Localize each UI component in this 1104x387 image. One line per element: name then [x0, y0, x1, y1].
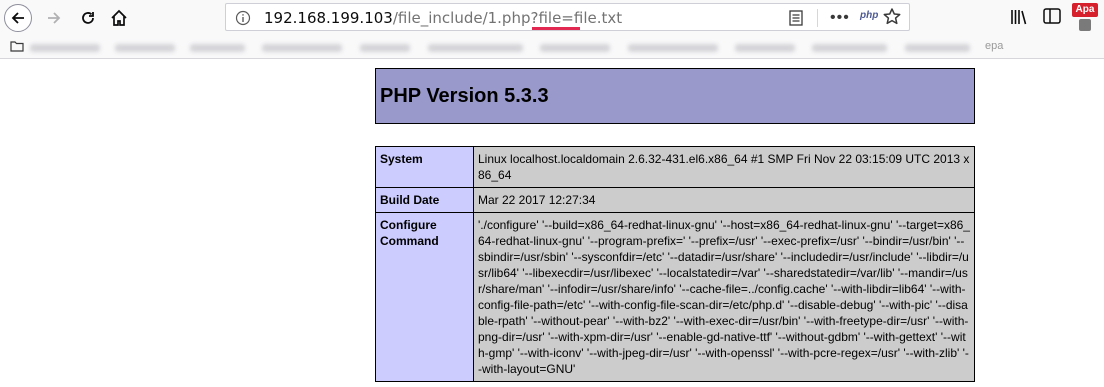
- bookmarks-bar: ера: [0, 36, 1104, 59]
- url-path: /file_include/1.php?file=: [392, 9, 574, 27]
- bookmark-item[interactable]: [905, 44, 970, 52]
- url-highlight-underline: [532, 27, 580, 30]
- forward-button[interactable]: [40, 4, 68, 32]
- home-button[interactable]: [105, 4, 133, 32]
- bookmark-item[interactable]: [190, 44, 245, 52]
- arrow-left-icon: [11, 12, 24, 24]
- row-key: Configure Command: [375, 212, 474, 382]
- row-value: './configure' '--build=x86_64-redhat-lin…: [473, 212, 975, 382]
- url-host: 192.168.199.103: [264, 9, 393, 27]
- sidebar-icon[interactable]: [1043, 8, 1061, 24]
- bookmark-item[interactable]: [262, 44, 342, 52]
- urlbar-separator: [817, 9, 818, 27]
- arrow-right-icon: [48, 12, 61, 24]
- bookmark-star-icon[interactable]: [882, 7, 902, 27]
- info-icon[interactable]: [235, 10, 251, 26]
- bookmark-item[interactable]: [115, 44, 175, 52]
- bookmark-item[interactable]: [428, 44, 523, 52]
- extension-badge[interactable]: Apa: [1072, 3, 1098, 17]
- row-key: System: [375, 146, 474, 188]
- bookmark-item[interactable]: [628, 44, 718, 52]
- bookmark-item[interactable]: [360, 44, 410, 52]
- reader-view-icon[interactable]: [789, 10, 803, 26]
- url-text[interactable]: 192.168.199.103/file_include/1.php?file=…: [264, 9, 622, 27]
- reload-button[interactable]: [74, 4, 102, 32]
- bookmark-item[interactable]: [735, 44, 795, 52]
- table-row: Build Date Mar 22 2017 12:27:34: [375, 187, 975, 213]
- phpinfo-table: System Linux localhost.localdomain 2.6.3…: [375, 146, 975, 382]
- row-key: Build Date: [375, 187, 474, 213]
- table-row: System Linux localhost.localdomain 2.6.3…: [375, 146, 975, 188]
- browser-toolbar: 192.168.199.103/file_include/1.php?file=…: [0, 0, 1104, 36]
- folder-icon[interactable]: [10, 40, 24, 52]
- url-param-value: file.txt: [573, 9, 623, 27]
- phpinfo-page: PHP Version 5.3.3 System Linux localhost…: [375, 68, 975, 382]
- page-title: PHP Version 5.3.3: [380, 84, 549, 107]
- row-value: Mar 22 2017 12:27:34: [473, 187, 975, 213]
- bookmark-item[interactable]: [812, 44, 887, 52]
- back-button[interactable]: [4, 4, 32, 32]
- bookmark-item-label[interactable]: ера: [985, 40, 1003, 52]
- page-actions-icon[interactable]: •••: [830, 9, 850, 27]
- library-icon[interactable]: [1010, 8, 1030, 26]
- table-row: Configure Command './configure' '--build…: [375, 212, 975, 382]
- php-extension-icon[interactable]: php: [860, 10, 878, 21]
- bookmark-item[interactable]: [540, 44, 610, 52]
- php-version-header: PHP Version 5.3.3: [375, 68, 975, 124]
- row-value: Linux localhost.localdomain 2.6.32-431.e…: [473, 146, 975, 188]
- home-icon: [111, 9, 127, 26]
- bookmark-item[interactable]: [30, 44, 100, 52]
- extension-icon[interactable]: [1078, 18, 1092, 32]
- reload-icon: [82, 12, 94, 24]
